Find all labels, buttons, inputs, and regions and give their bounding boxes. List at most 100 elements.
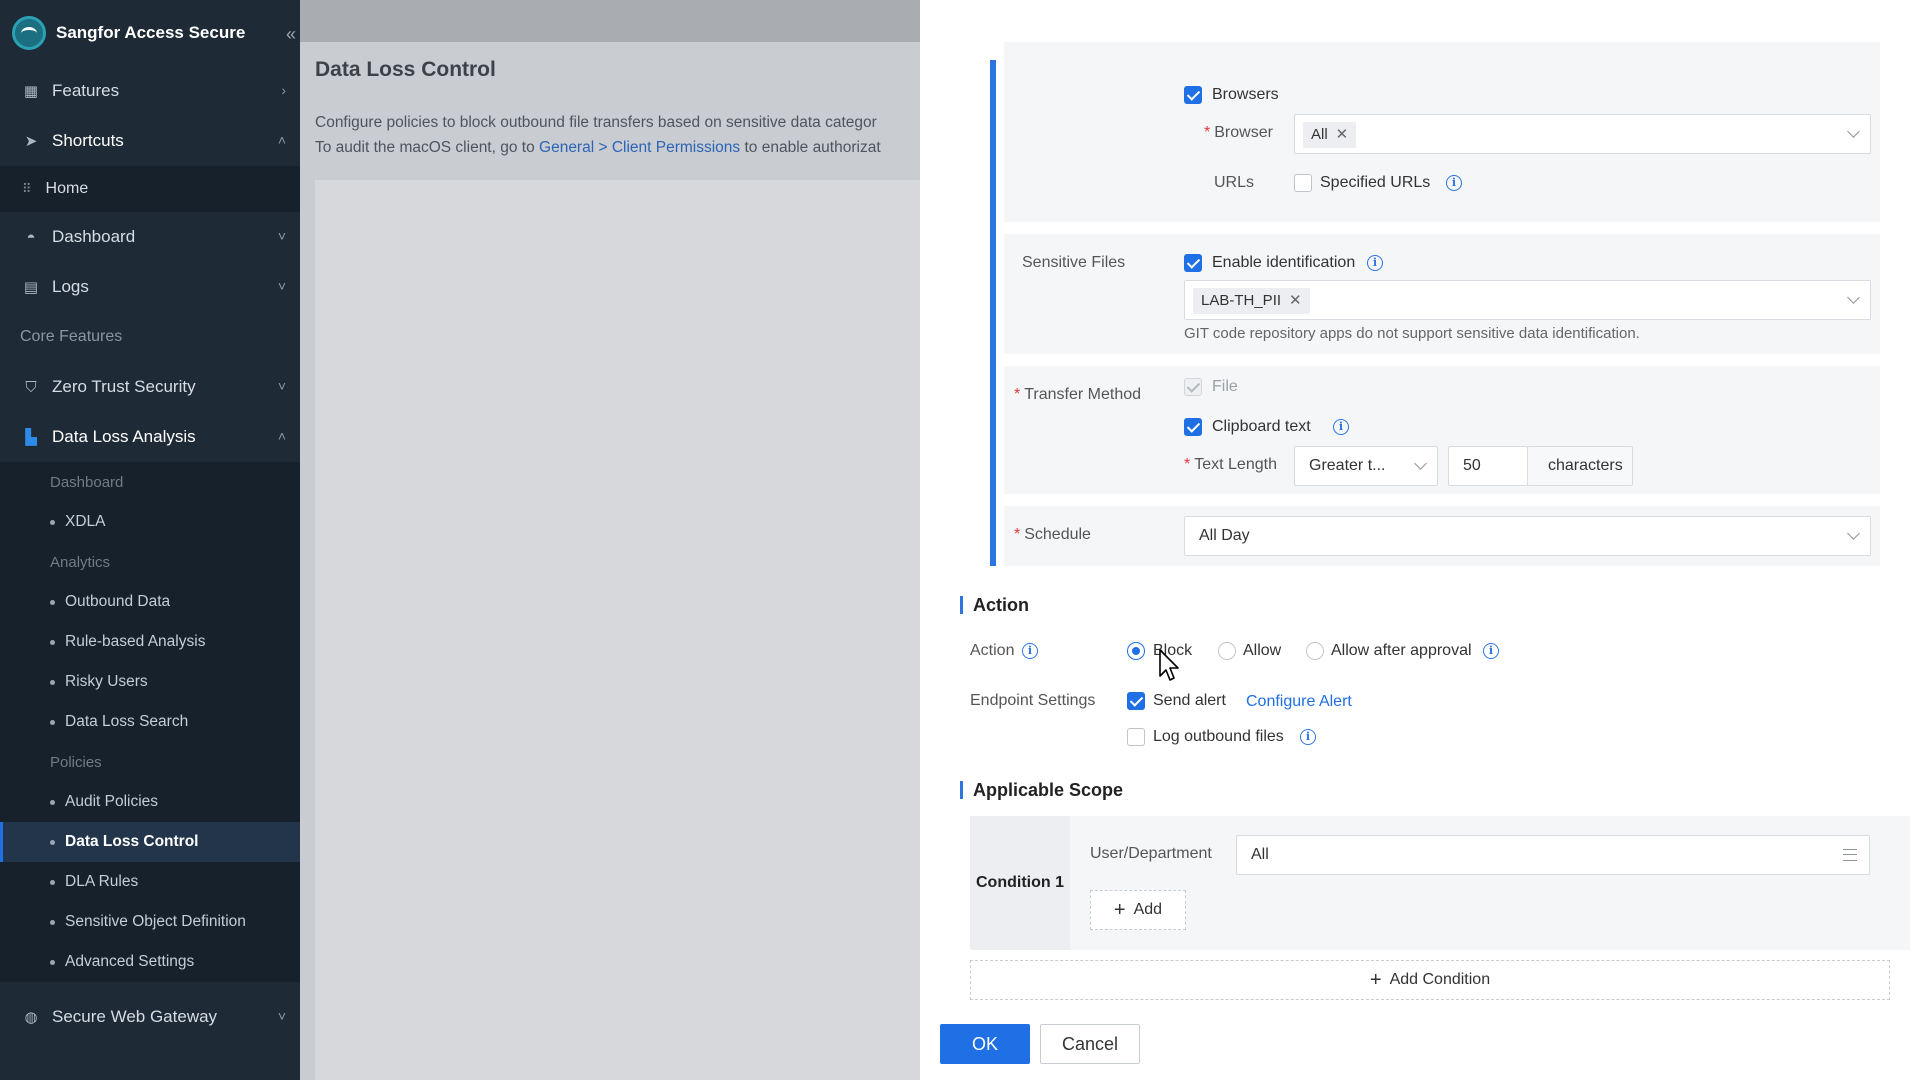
sidebar-item-label: Home <box>45 180 89 197</box>
applicable-scope-section-title: Applicable Scope <box>960 781 1123 799</box>
page-description: Configure policies to block outbound fil… <box>315 110 881 160</box>
sidebar-item-label: Data Loss Analysis <box>52 427 196 446</box>
info-icon[interactable]: i <box>1367 255 1383 271</box>
sidebar-item-data-loss-search[interactable]: Data Loss Search <box>0 702 300 742</box>
action-block-radio[interactable] <box>1127 642 1145 660</box>
ok-button[interactable]: OK <box>940 1024 1030 1064</box>
clipboard-text-checkbox[interactable] <box>1184 418 1202 436</box>
chevron-up-icon: ˄ <box>277 132 286 148</box>
clipboard-text-label: Clipboard text <box>1212 418 1311 435</box>
characters-label: characters <box>1548 457 1623 474</box>
browsers-checkbox[interactable] <box>1184 86 1202 104</box>
send-alert-checkbox[interactable] <box>1127 692 1145 710</box>
action-allow-after-approval-label[interactable]: Allow after approval <box>1331 642 1472 660</box>
schedule-select[interactable]: All Day <box>1184 516 1871 556</box>
action-allow-label[interactable]: Allow <box>1243 642 1281 660</box>
mouse-cursor-icon <box>1159 649 1179 681</box>
sidebar-item-home[interactable]: ⠿ Home <box>0 166 300 212</box>
text-length-value: 50 <box>1463 457 1481 474</box>
chevron-down-icon <box>1847 527 1860 540</box>
browser-field-label: Browser <box>1204 124 1273 142</box>
sidebar-item-dla-rules[interactable]: DLA Rules <box>0 862 300 902</box>
browser-select[interactable]: All ✕ <box>1294 114 1871 154</box>
text-length-operator-select[interactable]: Greater t... <box>1294 446 1438 486</box>
rule-indicator-bar <box>990 60 996 566</box>
user-department-label: User/Department <box>1090 845 1212 862</box>
characters-addon: characters <box>1527 446 1633 486</box>
cancel-button[interactable]: Cancel <box>1040 1024 1140 1064</box>
action-section-title: Action <box>960 596 1029 614</box>
info-icon[interactable]: i <box>1483 643 1499 659</box>
sensitive-files-label: Sensitive Files <box>1022 254 1126 271</box>
action-allow-radio[interactable] <box>1218 642 1236 660</box>
enable-identification-label: Enable identification <box>1212 254 1356 271</box>
sidebar-item-rule-based-analysis[interactable]: Rule-based Analysis <box>0 622 300 662</box>
info-icon[interactable]: i <box>1446 175 1462 191</box>
sidebar-item-logs[interactable]: ▤ Logs ˅ <box>0 262 300 312</box>
file-label: File <box>1212 378 1238 395</box>
brand: Sangfor Access Secure « <box>0 0 300 66</box>
sidebar-item-audit-policies[interactable]: Audit Policies <box>0 782 300 822</box>
sidebar-item-label: Zero Trust Security <box>52 377 196 396</box>
browser-tag: All ✕ <box>1303 122 1357 148</box>
sidebar-item-shortcuts[interactable]: ➤ Shortcuts ˄ <box>0 116 300 166</box>
text-length-label: Text Length <box>1184 456 1277 474</box>
drawer-topbar <box>920 0 1920 42</box>
sidebar-item-secure-web-gateway[interactable]: ◍ Secure Web Gateway ˅ <box>0 992 300 1042</box>
plus-icon: + <box>1369 969 1382 991</box>
user-department-value: All <box>1251 846 1269 863</box>
remove-tag-icon[interactable]: ✕ <box>1289 288 1302 314</box>
sidebar-item-data-loss-control[interactable]: Data Loss Control <box>0 822 300 862</box>
chevron-down-icon <box>1847 291 1860 304</box>
client-permissions-link[interactable]: General > Client Permissions <box>539 139 740 156</box>
sidebar-item-zero-trust[interactable]: ⛉ Zero Trust Security ˅ <box>0 362 300 412</box>
browsers-block: Browsers Browser All ✕ URLs Specified URL… <box>1004 42 1880 222</box>
specified-urls-checkbox[interactable] <box>1294 174 1312 192</box>
file-checkbox <box>1184 378 1202 396</box>
condition-1-label: Condition 1 <box>970 816 1070 950</box>
info-icon[interactable]: i <box>1022 643 1038 659</box>
sensitive-files-block: Sensitive Files Enable identification i … <box>1004 234 1880 354</box>
add-button[interactable]: + Add <box>1090 890 1186 930</box>
sidebar-item-advanced-settings[interactable]: Advanced Settings <box>0 942 300 982</box>
drag-handle-icon: ⠿ <box>22 181 32 196</box>
text-length-input[interactable]: 50 <box>1448 446 1528 486</box>
section-core-features: Core Features <box>20 328 123 345</box>
sidebar-item-xdla[interactable]: XDLA <box>0 502 300 542</box>
chevron-up-icon: ˄ <box>277 428 286 444</box>
text-length-operator-value: Greater t... <box>1309 457 1386 474</box>
urls-label: URLs <box>1214 174 1255 191</box>
shield-icon: ⛉ <box>25 378 37 396</box>
add-condition-label: Add Condition <box>1389 971 1491 988</box>
sensitive-files-select[interactable]: LAB-TH_PII ✕ <box>1184 280 1871 320</box>
sidebar-item-features[interactable]: ▦ Features › <box>0 66 300 116</box>
info-icon[interactable]: i <box>1333 419 1349 435</box>
send-alert-label: Send alert <box>1153 692 1226 709</box>
sidebar-item-sensitive-object-definition[interactable]: Sensitive Object Definition <box>0 902 300 942</box>
action-allow-after-approval-radio[interactable] <box>1306 642 1324 660</box>
sidebar-item-outbound-data[interactable]: Outbound Data <box>0 582 300 622</box>
sub-label-analytics: Analytics <box>50 553 111 571</box>
sidebar-item-dashboard[interactable]: ◓ Dashboard ˅ <box>0 212 300 262</box>
send-icon: ➤ <box>24 133 38 150</box>
collapse-sidebar-icon[interactable]: « <box>286 24 296 45</box>
action-label: Action <box>970 642 1015 659</box>
configure-alert-link[interactable]: Configure Alert <box>1246 693 1352 711</box>
main-header <box>300 0 920 42</box>
remove-tag-icon[interactable]: ✕ <box>1336 122 1349 148</box>
sidebar-item-risky-users[interactable]: Risky Users <box>0 662 300 702</box>
chevron-down-icon: ˅ <box>277 378 286 394</box>
sidebar-item-data-loss-analysis[interactable]: ▙ Data Loss Analysis ˄ <box>0 412 300 462</box>
gateway-icon: ◍ <box>24 1009 38 1026</box>
sidebar-item-label: Logs <box>52 277 89 296</box>
chevron-down-icon: ˅ <box>277 228 286 244</box>
log-outbound-files-checkbox[interactable] <box>1127 728 1145 746</box>
info-icon[interactable]: i <box>1300 729 1316 745</box>
list-icon[interactable] <box>1843 849 1857 861</box>
add-condition-button[interactable]: + Add Condition <box>970 960 1890 1000</box>
sidebar: Sangfor Access Secure « ▦ Features › ➤ S… <box>0 0 300 1080</box>
sub-label-dashboard: Dashboard <box>50 473 124 491</box>
main-content: Data Loss Control Configure policies to … <box>300 0 935 1080</box>
enable-identification-checkbox[interactable] <box>1184 254 1202 272</box>
user-department-select[interactable]: All <box>1236 835 1870 875</box>
